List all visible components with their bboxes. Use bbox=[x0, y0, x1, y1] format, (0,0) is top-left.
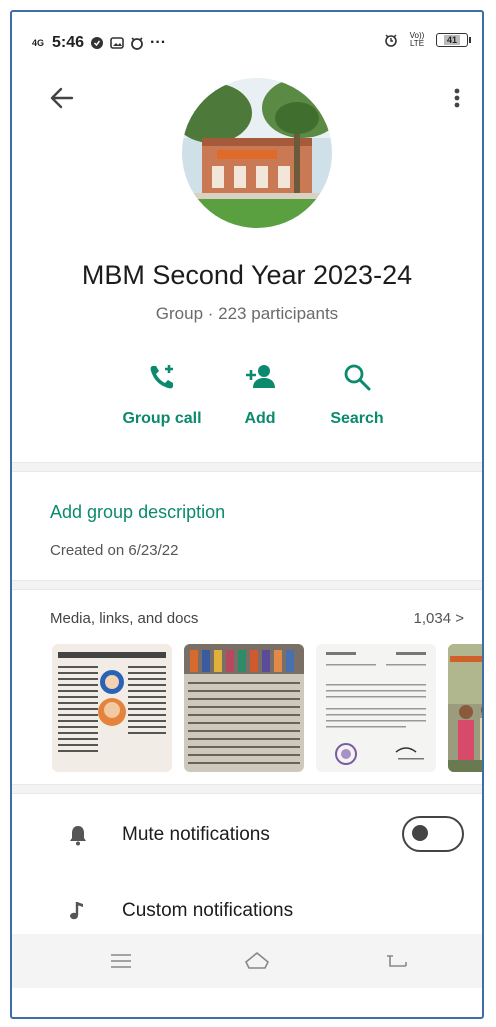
network-icon: 4G bbox=[31, 37, 44, 48]
media-count-link[interactable]: 1,034 > bbox=[414, 610, 464, 627]
battery-icon: 41 bbox=[436, 33, 471, 47]
media-thumbnail[interactable] bbox=[52, 644, 172, 772]
status-time: 5:46 bbox=[52, 34, 85, 51]
media-thumbnail[interactable] bbox=[448, 644, 482, 772]
more-options-icon[interactable] bbox=[450, 84, 464, 112]
phone-screen: 4G 5:46 ··· Vo)) LTE 41 MBM Second Year … bbox=[10, 10, 484, 1019]
group-call-icon bbox=[150, 365, 173, 389]
group-participants: Group · 223 participants bbox=[155, 304, 339, 323]
back-nav-icon[interactable] bbox=[384, 948, 410, 974]
search-icon bbox=[344, 364, 371, 391]
alarm-clock-icon bbox=[385, 34, 397, 47]
more-status-dots: ··· bbox=[150, 34, 167, 51]
created-date: Created on 6/23/22 bbox=[50, 542, 179, 559]
group-call-button[interactable]: Group call bbox=[112, 362, 212, 428]
bell-icon bbox=[70, 826, 86, 846]
gallery-status-icon bbox=[110, 37, 124, 49]
music-note-icon bbox=[70, 902, 83, 920]
add-participant-button[interactable]: Add bbox=[220, 362, 300, 428]
custom-notifications-row[interactable]: Custom notifications bbox=[12, 888, 482, 936]
home-icon[interactable] bbox=[244, 948, 270, 974]
group-avatar[interactable] bbox=[182, 78, 332, 228]
alarm-status-icon bbox=[131, 37, 143, 50]
whatsapp-status-icon bbox=[91, 37, 104, 49]
mute-notifications-row[interactable]: Mute notifications bbox=[12, 812, 482, 860]
group-name: MBM Second Year 2023-24 bbox=[81, 260, 413, 290]
custom-notifications-label: Custom notifications bbox=[122, 900, 294, 921]
back-arrow-icon[interactable] bbox=[48, 84, 76, 112]
media-thumbnails bbox=[52, 644, 482, 774]
mute-notifications-label: Mute notifications bbox=[122, 824, 270, 845]
media-thumbnail[interactable] bbox=[184, 644, 304, 772]
media-section-title[interactable]: Media, links, and docs bbox=[50, 610, 198, 627]
menu-icon[interactable] bbox=[108, 948, 134, 974]
section-divider bbox=[12, 784, 482, 794]
media-thumbnail[interactable] bbox=[316, 644, 436, 772]
mute-notifications-toggle[interactable] bbox=[402, 816, 464, 852]
section-divider bbox=[12, 580, 482, 590]
add-group-description-link[interactable]: Add group description bbox=[50, 502, 225, 523]
search-button[interactable]: Search bbox=[312, 362, 402, 428]
system-navigation-bar bbox=[12, 934, 482, 988]
volte-indicator: Vo)) LTE bbox=[409, 31, 425, 48]
section-divider bbox=[12, 462, 482, 472]
status-bar: 4G 5:46 ··· Vo)) LTE 41 bbox=[12, 12, 482, 70]
add-person-icon bbox=[246, 365, 275, 388]
